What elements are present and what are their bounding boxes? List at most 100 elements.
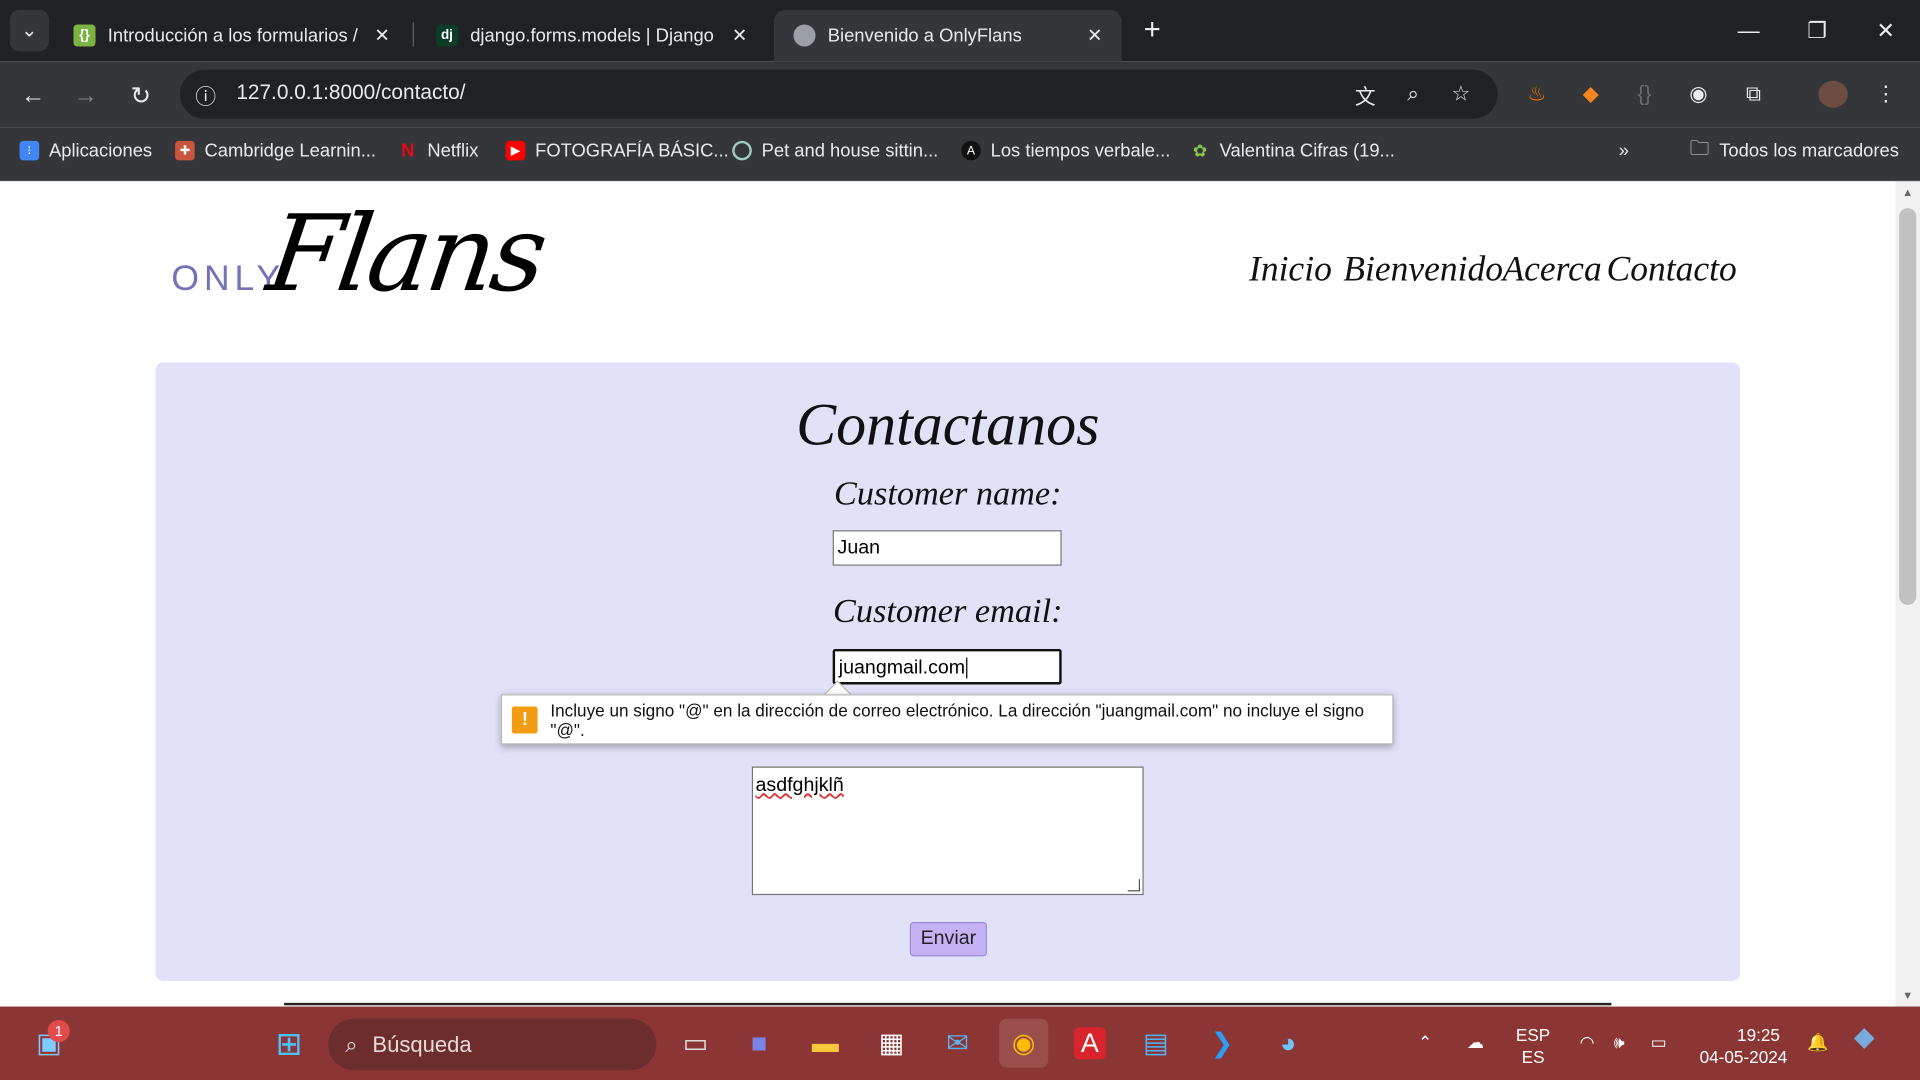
scroll-up-icon[interactable]: ▲ [1900,186,1915,201]
new-tab-button[interactable]: + [1136,13,1168,47]
bookmark-cambridge[interactable]: ✚ Cambridge Learnin... [175,137,376,164]
chevron-double-right-icon: » [1618,140,1630,162]
url-text[interactable]: 127.0.0.1:8000/contacto/ [236,81,465,105]
paint-button[interactable]: ◕ [1264,1019,1313,1068]
volume-icon[interactable]: 🕪 [1614,1031,1625,1053]
notification-bell-icon[interactable]: 🔔 [1807,1031,1828,1053]
chevron-up-icon: ⌃ [1417,1032,1433,1052]
footer-divider [284,1002,1612,1006]
tab-separator [412,22,414,47]
vscode-icon: ❯ [1210,1027,1234,1058]
tab-title: django.forms.models | Django d [470,25,716,46]
bookmark-valentina[interactable]: ✿ Valentina Cifras (19... [1190,137,1395,164]
more-bookmarks-button[interactable]: » [1619,137,1629,164]
mail-button[interactable]: ✉ [933,1019,982,1068]
youtube-icon: ▶ [505,140,526,161]
nav-inicio[interactable]: Inicio [1249,250,1332,290]
record-extension-icon[interactable]: ◉ [1684,81,1713,108]
resize-handle[interactable] [1127,879,1141,892]
nav-contacto[interactable]: Contacto [1607,250,1737,290]
copilot-icon[interactable]: ◆ [1854,1023,1875,1050]
tab-search-button[interactable]: ⌄ [9,9,49,52]
nav-acerca[interactable]: Acerca [1502,250,1601,290]
notepad-icon: ▤ [1143,1027,1169,1058]
notification-badge: 1 [47,1020,70,1043]
fire-extension-icon[interactable]: ♨ [1522,81,1551,108]
plus-icon: + [1143,13,1161,47]
extensions-icon[interactable]: ⧉ [1739,81,1768,108]
close-icon[interactable]: ✕ [727,24,751,47]
message-textarea[interactable]: asdfghjklñ [751,766,1144,896]
clock-time: 19:25 [1737,1024,1780,1045]
clock-date: 04-05-2024 [1699,1046,1788,1067]
customer-name-label: Customer name: [833,475,1062,514]
tab-introduccion[interactable]: {} Introducción a los formularios / ✕ [54,10,409,61]
avatar[interactable] [1818,80,1848,108]
teams-button[interactable]: ■ [735,1019,784,1068]
tab-django[interactable]: dj django.forms.models | Django d ✕ [416,10,766,61]
file-explorer-button[interactable]: ▬ [801,1019,850,1068]
vscode-button[interactable]: ❯ [1198,1019,1247,1068]
scrollbar-thumb[interactable] [1899,208,1917,605]
reload-button[interactable]: ↻ [124,78,158,112]
forward-button[interactable]: → [69,78,103,112]
tab-onlyflans[interactable]: Bienvenido a OnlyFlans ✕ [773,9,1122,62]
acrobat-icon: A [1073,1027,1107,1060]
zoom-icon[interactable]: ⌕ [1398,81,1427,108]
nav-bienvenido[interactable]: Bienvenido [1343,250,1503,290]
onedrive-icon[interactable]: ☁ [1467,1031,1484,1053]
restore-button[interactable]: ❐ [1793,12,1842,49]
taskbar-search[interactable]: ⌕ Búsqueda [328,1018,657,1071]
cambridge-icon: ✚ [175,140,195,161]
close-icon[interactable]: ✕ [1082,24,1106,47]
minimize-button[interactable]: — [1724,12,1773,49]
chrome-button[interactable]: ◉ [999,1018,1049,1068]
folder-icon: ▬ [811,1027,839,1058]
bookmark-apps[interactable]: ⁝ Aplicaciones [19,137,153,164]
django-icon: dj [435,24,458,47]
site-info-icon[interactable]: ⓘ [191,81,220,108]
all-bookmarks-button[interactable]: 🗀 Todos los marcadores [1690,137,1899,164]
start-button[interactable]: ⊞ [264,1019,313,1068]
arrow-left-icon: ← [20,81,46,109]
search-icon: ⌕ [345,1031,358,1057]
bookmark-youtube[interactable]: ▶ FOTOGRAFÍA BÁSIC... [505,137,729,164]
store-button[interactable]: ▦ [867,1019,916,1068]
close-icon[interactable]: ✕ [370,24,394,47]
translate-icon[interactable]: 文 [1351,81,1380,108]
tab-title: Bienvenido a OnlyFlans [827,25,1022,46]
bookmark-tiempos-verbales[interactable]: A Los tiempos verbale... [961,137,1170,164]
scroll-down-icon[interactable]: ▼ [1900,989,1915,1004]
customer-name-input[interactable]: Juan [832,530,1062,566]
task-view-button[interactable]: ▭ [671,1019,720,1068]
json-extension-icon[interactable]: {} [1630,81,1659,108]
bookmark-pet-house[interactable]: Pet and house sittin... [732,137,938,164]
menu-kebab-icon[interactable]: ⋮ [1871,81,1900,108]
validation-tooltip: ! Incluye un signo "@" en la dirección d… [500,694,1394,745]
store-icon: ▦ [878,1027,905,1058]
submit-button[interactable]: Enviar [909,922,987,957]
metamask-icon[interactable]: ◆ [1576,81,1605,108]
arrow-right-icon: → [73,81,98,109]
close-window-button[interactable]: ✕ [1861,12,1910,49]
codepen-icon: {} [73,24,96,47]
logo-flans-text[interactable]: Flans [261,193,551,315]
battery-icon[interactable]: ▭ [1651,1031,1667,1053]
customer-email-input[interactable]: juangmail.com [832,648,1062,685]
netflix-icon: N [401,140,415,162]
language-indicator[interactable]: ESP ES [1516,1024,1550,1068]
reload-icon: ↻ [130,82,152,110]
bookmark-star-icon[interactable]: ☆ [1446,81,1475,108]
apps-grid-icon: ⁝ [19,140,40,161]
windows-icon: ⊞ [275,1024,303,1062]
clock[interactable]: 19:25 04-05-2024 [1700,1024,1788,1068]
acrobat-button[interactable]: A [1065,1019,1114,1068]
show-hidden-icons-button[interactable]: ⌃ [1418,1031,1432,1053]
wifi-icon[interactable]: ◠ [1580,1031,1595,1053]
folder-icon: 🗀 [1689,137,1710,159]
restore-icon: ❐ [1807,17,1828,43]
back-button[interactable]: ← [16,78,50,112]
bookmark-netflix[interactable]: N Netflix [398,137,478,164]
warning-icon: ! [511,705,539,733]
notepad-button[interactable]: ▤ [1131,1019,1180,1068]
